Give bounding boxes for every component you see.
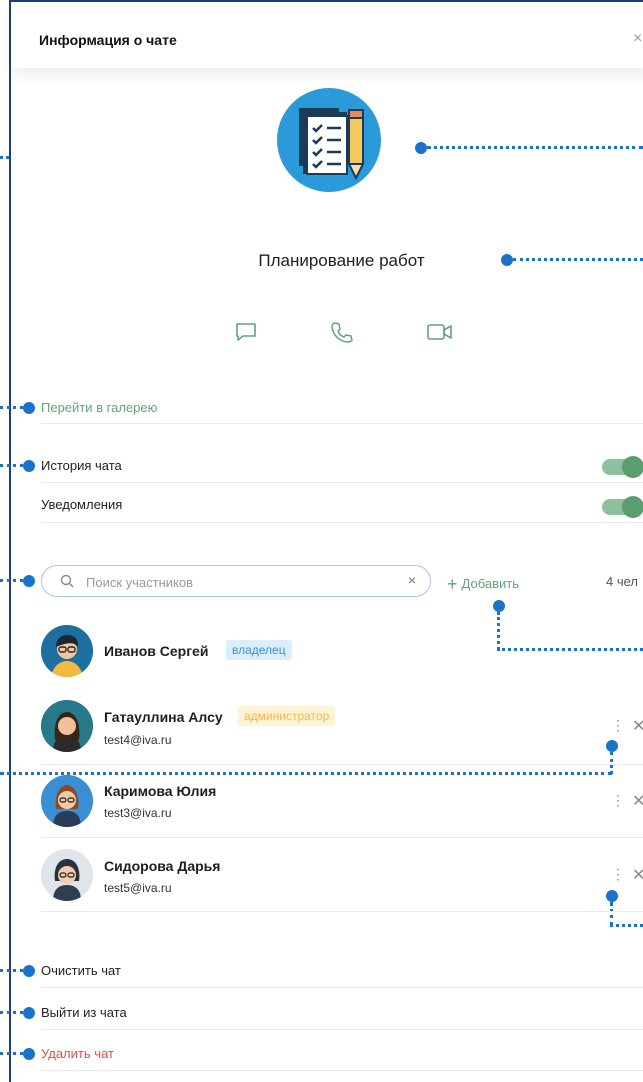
avatar[interactable] bbox=[41, 775, 93, 827]
leave-chat-link[interactable]: Выйти из чата bbox=[41, 1005, 127, 1020]
history-label: История чата bbox=[41, 458, 122, 473]
annotation-marker bbox=[23, 965, 35, 977]
divider bbox=[41, 1029, 643, 1030]
member-email: test3@iva.ru bbox=[104, 806, 172, 820]
annotation-line bbox=[0, 1011, 23, 1014]
annotation-line bbox=[0, 464, 23, 467]
annotation-line bbox=[0, 406, 23, 409]
annotation-line bbox=[610, 752, 613, 774]
annotation-marker bbox=[23, 1007, 35, 1019]
owner-badge: владелец bbox=[226, 640, 292, 660]
plus-icon: + bbox=[447, 574, 458, 594]
add-member-label: Добавить bbox=[461, 576, 519, 591]
clear-search-icon[interactable]: × bbox=[408, 572, 416, 588]
annotation-marker bbox=[493, 600, 505, 612]
chat-bubble-icon[interactable] bbox=[234, 320, 258, 344]
notifications-label: Уведомления bbox=[41, 497, 123, 512]
divider bbox=[41, 987, 643, 988]
annotation-line bbox=[610, 902, 613, 926]
member-name[interactable]: Сидорова Дарья bbox=[104, 858, 220, 874]
toggle-knob bbox=[622, 496, 643, 518]
remove-member-icon[interactable]: ✕ bbox=[632, 716, 643, 736]
annotation-line bbox=[0, 579, 23, 582]
divider bbox=[41, 764, 643, 765]
members-count: 4 чел bbox=[606, 574, 638, 589]
annotation-marker bbox=[606, 740, 618, 752]
delete-chat-link[interactable]: Удалить чат bbox=[41, 1046, 114, 1061]
annotation-line bbox=[0, 969, 23, 972]
annotation-line bbox=[427, 146, 643, 149]
annotation-line bbox=[513, 258, 643, 261]
divider bbox=[41, 522, 643, 523]
admin-badge: администратор bbox=[238, 706, 336, 726]
member-name[interactable]: Иванов Сергей bbox=[104, 643, 208, 659]
annotation-line bbox=[497, 648, 643, 651]
panel-title: Информация о чате bbox=[39, 32, 177, 48]
annotation-line bbox=[610, 924, 643, 927]
annotation-line bbox=[0, 1052, 23, 1055]
annotation-marker bbox=[23, 1048, 35, 1060]
divider bbox=[41, 482, 643, 483]
chat-avatar bbox=[277, 88, 381, 192]
close-icon[interactable]: × bbox=[633, 30, 642, 48]
annotation-marker bbox=[23, 402, 35, 414]
remove-member-icon[interactable]: ✕ bbox=[632, 865, 643, 885]
annotation-marker bbox=[606, 890, 618, 902]
video-camera-icon[interactable] bbox=[427, 320, 452, 344]
more-options-icon[interactable]: ⋮ bbox=[611, 792, 625, 809]
annotation-marker bbox=[415, 142, 427, 154]
notifications-toggle[interactable] bbox=[602, 496, 643, 518]
avatar[interactable] bbox=[41, 700, 93, 752]
toggle-knob bbox=[622, 456, 643, 478]
search-input[interactable] bbox=[84, 572, 388, 592]
divider bbox=[41, 423, 643, 424]
member-name[interactable]: Гатауллина Алсу bbox=[104, 709, 223, 725]
annotation-line bbox=[497, 612, 500, 650]
divider bbox=[41, 837, 643, 838]
more-options-icon[interactable]: ⋮ bbox=[611, 866, 625, 883]
divider bbox=[41, 1070, 643, 1071]
avatar[interactable] bbox=[41, 849, 93, 901]
chat-name: Планирование работ bbox=[258, 251, 425, 270]
annotation-line bbox=[0, 772, 612, 775]
panel-header: Информация о чате × bbox=[11, 2, 643, 68]
checklist-icon bbox=[299, 108, 365, 181]
annotation-marker bbox=[23, 575, 35, 587]
clear-chat-link[interactable]: Очистить чат bbox=[41, 963, 121, 978]
member-name[interactable]: Каримова Юлия bbox=[104, 783, 216, 799]
member-search: × bbox=[41, 565, 431, 597]
annotation-line bbox=[0, 156, 9, 159]
annotation-marker bbox=[501, 254, 513, 266]
history-toggle[interactable] bbox=[602, 456, 643, 478]
member-email: test5@iva.ru bbox=[104, 881, 172, 895]
remove-member-icon[interactable]: ✕ bbox=[632, 791, 643, 811]
member-email: test4@iva.ru bbox=[104, 733, 172, 747]
annotation-marker bbox=[23, 460, 35, 472]
phone-icon[interactable] bbox=[330, 320, 354, 344]
add-member-button[interactable]: + Добавить bbox=[447, 572, 519, 594]
gallery-link[interactable]: Перейти в галерею bbox=[41, 400, 157, 415]
divider bbox=[41, 911, 643, 912]
search-icon bbox=[60, 574, 74, 588]
avatar[interactable] bbox=[41, 625, 93, 677]
more-options-icon[interactable]: ⋮ bbox=[611, 717, 625, 734]
